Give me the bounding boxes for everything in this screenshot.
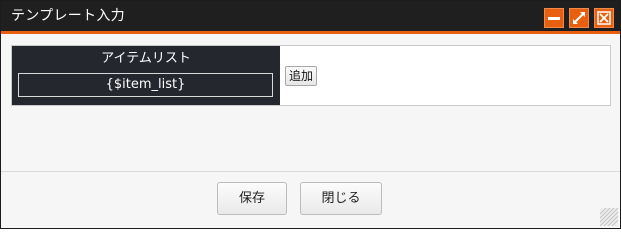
row-label: アイテムリスト [101, 51, 191, 66]
dialog-content: アイテムリスト {$item_list} 追加 [1, 34, 620, 171]
dialog-titlebar[interactable]: テンプレート入力 [1, 1, 620, 34]
resize-grip-icon[interactable] [600, 208, 618, 226]
minimize-button[interactable] [544, 8, 564, 28]
dialog-footer: 保存 閉じる [1, 171, 620, 228]
minimize-icon [548, 17, 560, 20]
dialog-title: テンプレート入力 [11, 8, 125, 24]
expand-arrows-icon [573, 12, 585, 24]
template-input-dialog: テンプレート入力 アイテムリスト {$item_list} 追加 保存 閉じる [0, 0, 621, 229]
close-x-icon [597, 11, 611, 25]
close-button[interactable]: 閉じる [300, 182, 382, 215]
close-window-button[interactable] [594, 8, 614, 28]
save-button[interactable]: 保存 [217, 182, 287, 215]
add-button[interactable]: 追加 [285, 66, 318, 86]
template-variable-field[interactable]: {$item_list} [18, 73, 273, 97]
row-label-cell: アイテムリスト {$item_list} [12, 46, 280, 105]
item-list-row: アイテムリスト {$item_list} 追加 [11, 45, 611, 106]
maximize-button[interactable] [569, 8, 589, 28]
